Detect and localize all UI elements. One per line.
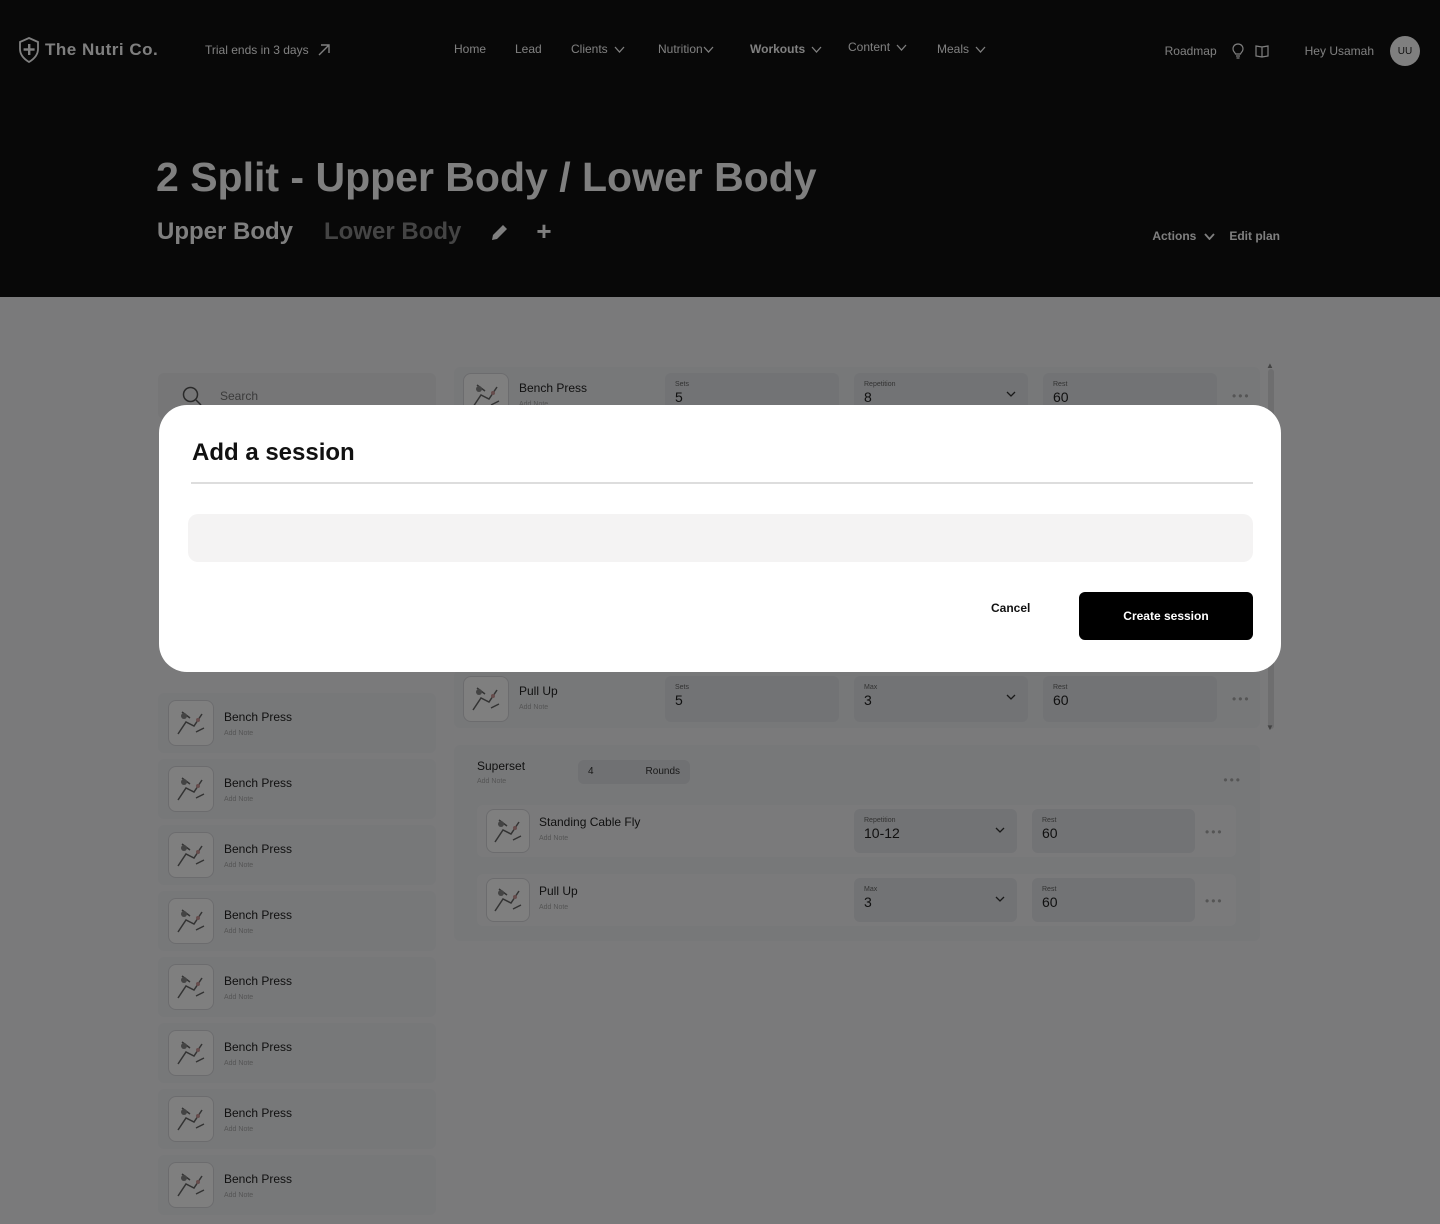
divider <box>191 482 1253 484</box>
add-session-modal: Add a session Cancel Create session <box>159 405 1281 672</box>
modal-title: Add a session <box>192 439 355 466</box>
cancel-button[interactable]: Cancel <box>991 601 1030 615</box>
create-session-button[interactable]: Create session <box>1079 592 1253 640</box>
session-name-input[interactable] <box>188 514 1253 562</box>
